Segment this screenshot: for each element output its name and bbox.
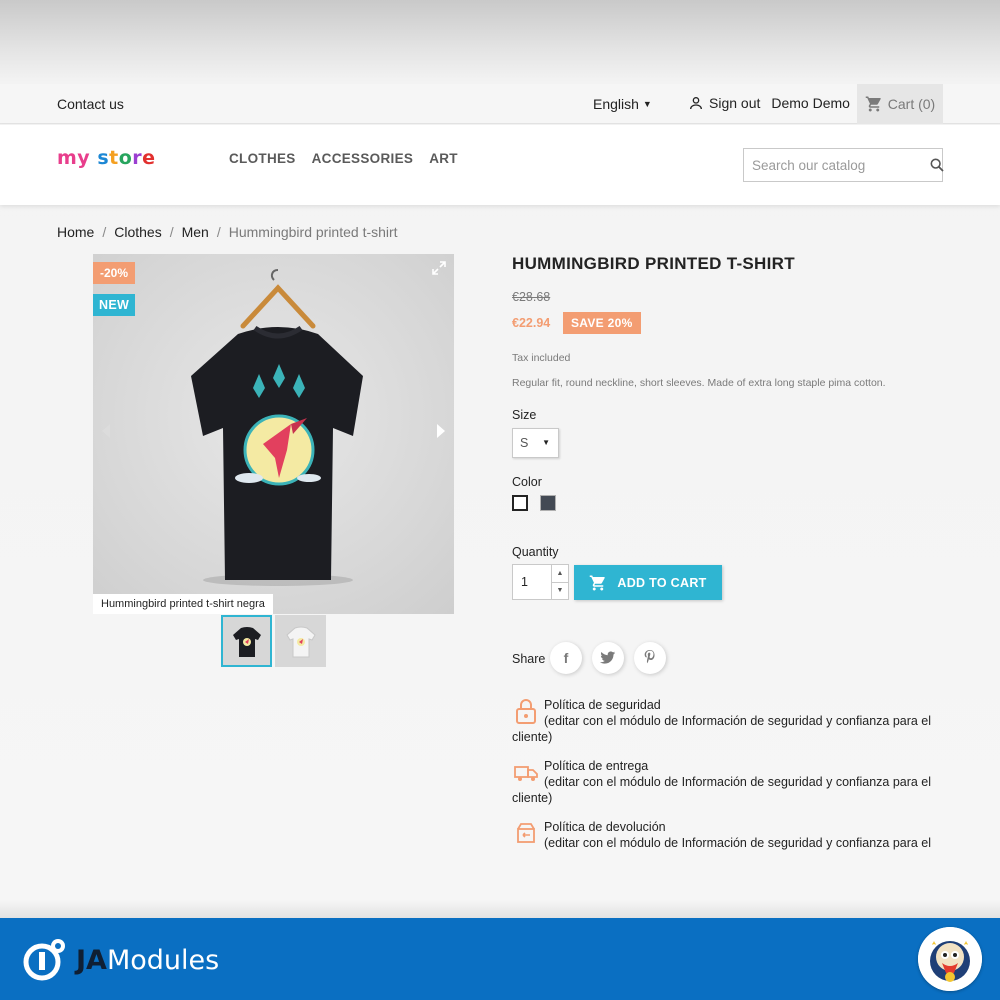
store-logo[interactable]: my store [57, 147, 156, 169]
user-icon [690, 97, 702, 110]
language-selector[interactable]: English ▼ [593, 96, 652, 112]
breadcrumb-separator: / [169, 224, 174, 240]
logo-letter: my [57, 147, 91, 169]
breadcrumb-separator: / [216, 224, 221, 240]
product-title: HUMMINGBIRD PRINTED T-SHIRT [512, 254, 795, 273]
logo-letter: r [132, 147, 143, 169]
nav-item-clothes[interactable]: CLOTHES [229, 151, 296, 166]
cart-button[interactable]: Cart (0) [857, 84, 943, 124]
caret-down-icon: ▼ [542, 438, 550, 447]
save-badge: SAVE 20% [563, 312, 641, 334]
new-badge: NEW [93, 294, 136, 316]
thumbnail-white[interactable] [275, 615, 326, 667]
lock-icon [516, 699, 536, 724]
policy-title: Política de entrega [544, 759, 649, 773]
tax-label: Tax included [512, 352, 571, 364]
policy-delivery: Política de entrega (editar con el módul… [512, 758, 942, 806]
regular-price: €28.68 [512, 290, 551, 304]
policy-text: (editar con el módulo de Información de … [512, 775, 932, 805]
main-nav: CLOTHES ACCESSORIES ART [229, 151, 458, 166]
search-box [743, 148, 945, 182]
breadcrumb-home[interactable]: Home [57, 224, 94, 240]
policy-title: Política de devolución [544, 820, 666, 834]
color-swatch-white[interactable] [512, 495, 528, 511]
breadcrumb-current: Hummingbird printed t-shirt [228, 224, 398, 240]
language-label: English [593, 96, 639, 112]
quantity-label: Quantity [512, 545, 559, 559]
nav-item-art[interactable]: ART [429, 151, 458, 166]
facebook-icon[interactable]: f [550, 642, 582, 674]
product-image[interactable]: -20% NEW Hummingbird printed t-shirt neg… [93, 254, 454, 614]
contact-us-link[interactable]: Contact us [57, 96, 124, 112]
quantity-input[interactable] [513, 565, 551, 599]
thumbnail-list [221, 615, 326, 667]
twitter-icon[interactable] [592, 642, 624, 674]
user-info: Sign out Demo Demo [688, 95, 850, 111]
brand-ja: JA [76, 944, 107, 976]
truck-icon [514, 766, 538, 781]
policy-security: Política de seguridad (editar con el mód… [512, 697, 942, 745]
search-icon[interactable] [929, 157, 945, 173]
jamodules-wordmark: JAModules [76, 945, 219, 976]
tshirt-image [191, 269, 363, 586]
footer-banner: JAModules [0, 918, 1000, 1000]
breadcrumb-men[interactable]: Men [182, 224, 209, 240]
breadcrumb-clothes[interactable]: Clothes [114, 224, 161, 240]
thumbnail-black[interactable] [221, 615, 272, 667]
product-info: HUMMINGBIRD PRINTED T-SHIRT €28.68 €22.9… [512, 254, 942, 850]
top-bar: Contact us English ▼ Sign out Demo Demo C… [0, 84, 1000, 124]
sign-out-link[interactable]: Sign out [709, 95, 760, 111]
return-box-icon [517, 823, 535, 843]
current-price: €22.94 [512, 316, 551, 330]
color-label: Color [512, 475, 542, 489]
size-value: S [520, 436, 529, 450]
logo-letter: e [142, 147, 156, 169]
nav-item-accessories[interactable]: ACCESSORIES [312, 151, 414, 166]
policy-title: Política de seguridad [544, 698, 661, 712]
breadcrumb: Home / Clothes / Men / Hummingbird print… [57, 224, 398, 240]
logo-letter: t [109, 147, 119, 169]
quantity-stepper: ▲ ▼ [512, 564, 569, 600]
breadcrumb-separator: / [102, 224, 107, 240]
brand-modules: Modules [106, 944, 220, 976]
next-arrow-icon[interactable] [436, 424, 446, 443]
product-description: Regular fit, round neckline, short sleev… [512, 377, 886, 389]
color-swatch-dark[interactable] [540, 495, 556, 511]
discount-badge: -20% [93, 262, 136, 284]
search-input[interactable] [744, 157, 929, 173]
size-select[interactable]: S ▼ [512, 428, 559, 458]
increment-icon[interactable]: ▲ [552, 565, 568, 582]
image-caption: Hummingbird printed t-shirt negra [93, 594, 273, 614]
policy-return: Política de devolución (editar con el mó… [512, 819, 942, 851]
share-label: Share [512, 652, 546, 666]
prestashop-badge-icon [918, 927, 982, 991]
expand-icon[interactable] [432, 261, 446, 280]
size-label: Size [512, 408, 537, 422]
decrement-icon[interactable]: ▼ [552, 581, 568, 600]
account-link[interactable]: Demo Demo [771, 95, 850, 111]
cart-label: Cart (0) [887, 96, 936, 112]
policy-text: (editar con el módulo de Información de … [512, 714, 932, 744]
previous-arrow-icon[interactable] [101, 424, 111, 443]
logo-letter: s [97, 147, 110, 169]
pinterest-icon[interactable] [634, 642, 666, 674]
cart-icon [590, 575, 606, 590]
quantity-steps: ▲ ▼ [551, 565, 568, 599]
policy-text: (editar con el módulo de Información de … [544, 836, 932, 850]
logo-letter: o [118, 147, 133, 169]
add-to-cart-button[interactable]: ADD TO CART [574, 565, 722, 600]
caret-down-icon: ▼ [642, 99, 652, 109]
cart-icon [865, 96, 881, 112]
site-header: my store CLOTHES ACCESSORIES ART [0, 125, 1000, 205]
jamodules-logo-icon [23, 939, 65, 981]
jamodules-logo: JAModules [20, 938, 219, 982]
add-to-cart-label: ADD TO CART [617, 575, 707, 590]
